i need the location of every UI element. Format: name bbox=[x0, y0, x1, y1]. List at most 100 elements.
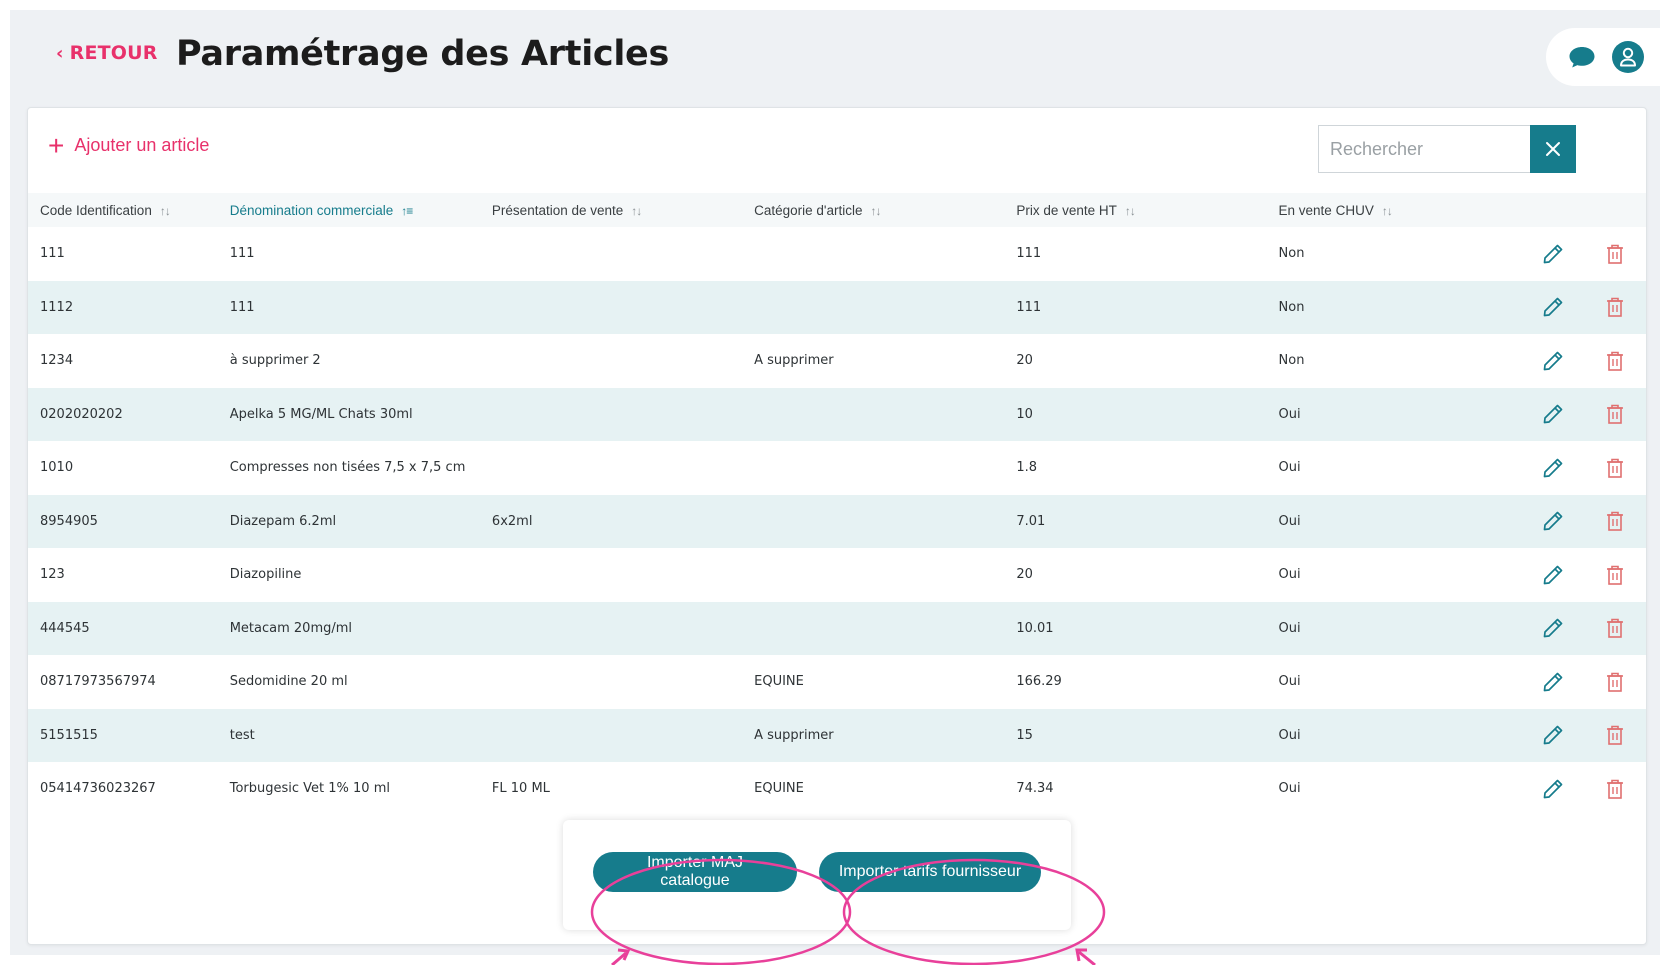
code-cell: 8954905 bbox=[40, 513, 98, 529]
user-icon[interactable] bbox=[1612, 41, 1644, 73]
table-header-row: Code Identification ↑↓ Dénomination commer… bbox=[28, 193, 1646, 227]
pencil-icon[interactable] bbox=[1542, 564, 1564, 586]
on-sale-cell: Oui bbox=[1278, 620, 1301, 636]
sort-icon[interactable]: ↑↓ bbox=[1125, 204, 1136, 218]
sort-icon[interactable]: ↑↓ bbox=[1382, 204, 1393, 218]
trash-icon[interactable] bbox=[1605, 457, 1625, 479]
code-cell: 1234 bbox=[40, 353, 74, 369]
trash-icon[interactable] bbox=[1605, 350, 1625, 372]
delete-cell bbox=[1584, 602, 1646, 656]
sort-ascending-icon[interactable]: ↑≡ bbox=[401, 204, 413, 218]
import-catalogue-button[interactable]: Importer MAJ catalogue bbox=[593, 852, 797, 892]
edit-cell bbox=[1522, 495, 1584, 549]
chevron-left-icon: ‹ bbox=[56, 42, 64, 64]
trash-icon[interactable] bbox=[1605, 243, 1625, 265]
user-glyph-icon bbox=[1620, 47, 1636, 67]
column-header-label: Présentation de vente bbox=[491, 202, 624, 218]
search-clear-button[interactable] bbox=[1530, 125, 1576, 173]
trash-icon[interactable] bbox=[1605, 778, 1625, 800]
pencil-icon[interactable] bbox=[1542, 510, 1564, 532]
name-cell: Diazepam 6.2ml bbox=[229, 513, 337, 529]
delete-cell bbox=[1584, 388, 1646, 442]
name-cell: Compresses non tisées 7,5 x 7,5 cm bbox=[229, 460, 466, 476]
page-header: ‹ RETOUR Paramétrage des Articles bbox=[10, 10, 1660, 105]
search-input[interactable] bbox=[1318, 125, 1530, 173]
column-header-label: Code Identification bbox=[40, 202, 152, 218]
name-cell: à supprimer 2 bbox=[229, 353, 321, 369]
table-row: 05414736023267 Torbugesic Vet 1% 10 ml FL … bbox=[28, 762, 1646, 816]
table-row: 1234 à supprimer 2 A supprimer 20 Non bbox=[28, 334, 1646, 388]
pencil-icon[interactable] bbox=[1542, 724, 1564, 746]
column-header[interactable]: En vente CHUV ↑↓ bbox=[1267, 193, 1523, 227]
code-cell: 0202020202 bbox=[40, 406, 123, 422]
on-sale-cell: Non bbox=[1278, 299, 1305, 315]
add-article-button[interactable]: + Ajouter un article bbox=[48, 131, 209, 159]
trash-icon[interactable] bbox=[1605, 671, 1625, 693]
trash-icon[interactable] bbox=[1605, 724, 1625, 746]
back-label: RETOUR bbox=[69, 42, 158, 64]
category-cell: EQUINE bbox=[754, 781, 804, 797]
category-cell: A supprimer bbox=[754, 353, 834, 369]
pencil-icon[interactable] bbox=[1542, 403, 1564, 425]
sort-icon[interactable]: ↑↓ bbox=[871, 204, 882, 218]
app-window: ‹ RETOUR Paramétrage des Articles + Ajou… bbox=[10, 10, 1660, 955]
price-cell: 20 bbox=[1016, 567, 1033, 583]
on-sale-cell: Oui bbox=[1278, 513, 1301, 529]
code-cell: 1010 bbox=[40, 460, 74, 476]
presentation-cell bbox=[480, 709, 742, 763]
trash-icon[interactable] bbox=[1605, 617, 1625, 639]
name-cell: Torbugesic Vet 1% 10 ml bbox=[229, 781, 390, 797]
presentation-cell: FL 10 ML bbox=[491, 781, 550, 797]
pencil-icon[interactable] bbox=[1542, 243, 1564, 265]
page-title: Paramétrage des Articles bbox=[176, 34, 670, 74]
pencil-icon[interactable] bbox=[1542, 778, 1564, 800]
trash-icon[interactable] bbox=[1605, 403, 1625, 425]
presentation-cell bbox=[480, 388, 742, 442]
pencil-icon[interactable] bbox=[1542, 457, 1564, 479]
import-bar: Importer MAJ catalogue Importer tarifs f… bbox=[563, 820, 1071, 930]
category-cell bbox=[742, 227, 1004, 281]
column-header-label: Dénomination commerciale bbox=[229, 202, 394, 218]
price-cell: 166.29 bbox=[1016, 674, 1062, 690]
trash-icon[interactable] bbox=[1605, 510, 1625, 532]
presentation-cell: 6x2ml bbox=[491, 513, 533, 529]
column-header-label: Catégorie d'article bbox=[754, 202, 863, 218]
import-supplier-tariffs-button[interactable]: Importer tarifs fournisseur bbox=[819, 852, 1041, 892]
name-cell: test bbox=[229, 727, 255, 743]
column-header[interactable]: Dénomination commerciale ↑≡ bbox=[218, 193, 480, 227]
pencil-icon[interactable] bbox=[1542, 350, 1564, 372]
table-row: 123 Diazopiline 20 Oui bbox=[28, 548, 1646, 602]
table-row: 5151515 test A supprimer 15 Oui bbox=[28, 708, 1646, 763]
presentation-cell bbox=[480, 281, 742, 335]
trash-icon[interactable] bbox=[1605, 564, 1625, 586]
pencil-icon[interactable] bbox=[1542, 671, 1564, 693]
code-cell: 1112 bbox=[40, 299, 74, 315]
code-cell: 123 bbox=[40, 567, 65, 583]
price-cell: 1.8 bbox=[1016, 460, 1038, 476]
column-header[interactable]: Catégorie d'article ↑↓ bbox=[742, 193, 1004, 227]
back-link[interactable]: ‹ RETOUR bbox=[56, 42, 158, 64]
column-header[interactable]: Prix de vente HT ↑↓ bbox=[1004, 193, 1266, 227]
trash-icon[interactable] bbox=[1605, 296, 1625, 318]
pencil-icon[interactable] bbox=[1542, 617, 1564, 639]
table-row: 1112 111 111 Non bbox=[28, 280, 1646, 335]
sort-icon[interactable]: ↑↓ bbox=[631, 204, 642, 218]
code-cell: 111 bbox=[40, 246, 65, 262]
header-actions bbox=[1546, 28, 1660, 86]
actions-header bbox=[1522, 193, 1584, 227]
category-cell bbox=[742, 495, 1004, 549]
delete-cell bbox=[1584, 441, 1646, 495]
actions-header bbox=[1584, 193, 1646, 227]
table-row: 0202020202 Apelka 5 MG/ML Chats 30ml 10 Oui bbox=[28, 387, 1646, 442]
table-row: 08717973567974 Sedomidine 20 ml EQUINE 166.… bbox=[28, 655, 1646, 709]
chat-bubble-icon[interactable] bbox=[1568, 45, 1596, 69]
pencil-icon[interactable] bbox=[1542, 296, 1564, 318]
table-body: 111 111 111 Non 1112 111 111 Non 1234 à supprimer… bbox=[28, 227, 1646, 816]
edit-cell bbox=[1522, 762, 1584, 816]
column-header[interactable]: Présentation de vente ↑↓ bbox=[480, 193, 742, 227]
sort-icon[interactable]: ↑↓ bbox=[160, 204, 171, 218]
column-header[interactable]: Code Identification ↑↓ bbox=[28, 193, 218, 227]
table-row: 1010 Compresses non tisées 7,5 x 7,5 cm 1.… bbox=[28, 441, 1646, 495]
delete-cell bbox=[1584, 334, 1646, 388]
on-sale-cell: Oui bbox=[1278, 727, 1301, 743]
